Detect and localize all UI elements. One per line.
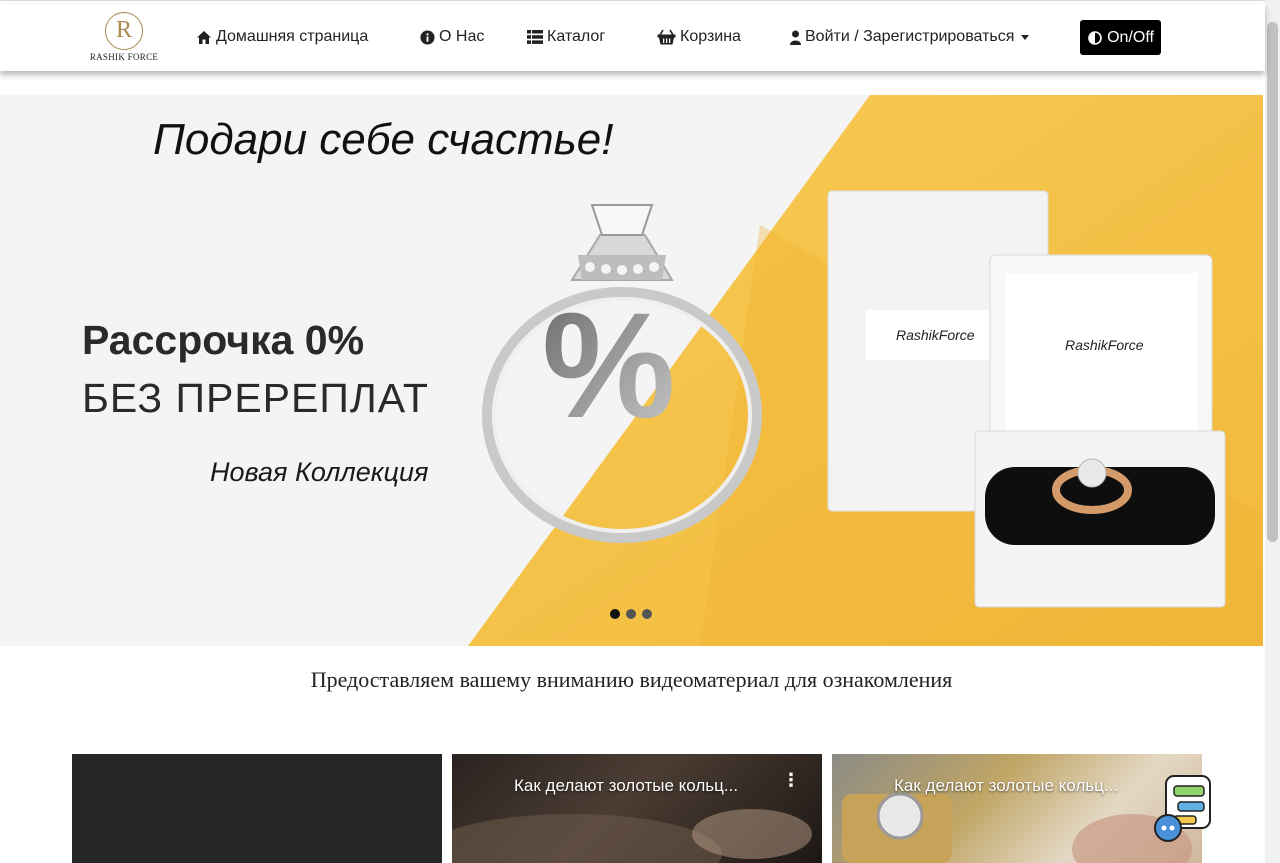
contrast-toggle-label: On/Off (1107, 28, 1154, 46)
adjust-half-circle-icon (1087, 30, 1103, 46)
contrast-toggle-button[interactable]: On/Off (1080, 20, 1161, 55)
info-circle-icon (419, 29, 435, 45)
navbar: R RASHIK FORCE Домашняя страница О Нас К… (0, 4, 1265, 71)
shopping-basket-icon (657, 29, 676, 45)
chat-widget-button[interactable] (1152, 772, 1216, 846)
video-player-1[interactable] (72, 754, 442, 863)
nav-about-label: О Нас (439, 28, 485, 45)
logo-monogram: R (105, 12, 143, 50)
nav-cart[interactable]: Корзина (657, 26, 741, 48)
nav-home[interactable]: Домашняя страница (196, 26, 368, 48)
nav-cart-label: Корзина (680, 28, 741, 45)
hero-title: Подари себе счастье! (153, 115, 614, 164)
hero-no-overpay-text: БЕЗ ПРЕРЕПЛАТ (82, 375, 429, 421)
box-label-front: RashikForce (1065, 337, 1144, 353)
carousel-indicators (610, 609, 652, 619)
more-vert-icon[interactable]: ⋮ (782, 771, 800, 789)
box-label-back: RashikForce (896, 327, 975, 343)
percent-graphic: % (542, 281, 675, 449)
hero-carousel[interactable]: % Подари себе счастье! Рассрочка 0% БЕЗ … (0, 95, 1263, 646)
carousel-dot-2[interactable] (626, 609, 636, 619)
chat-bubbles-icon (1154, 775, 1211, 842)
video-thumbnail (842, 792, 1192, 863)
nav-login-label: Войти / Зарегистрироваться (805, 28, 1015, 45)
video-player-2[interactable]: Как делают золотые кольц... ⋮ (452, 754, 822, 863)
home-icon (196, 29, 212, 45)
carousel-dot-3[interactable] (642, 609, 652, 619)
hero-installment-heading: Рассрочка 0% (82, 317, 365, 363)
chevron-down-icon (1021, 34, 1030, 40)
nav-catalog-label: Каталог (547, 28, 606, 45)
nav-login-dropdown[interactable]: Войти / Зарегистрироваться (790, 26, 1030, 48)
hero-background: % (468, 95, 1263, 646)
hero-new-collection-text: Новая Коллекция (210, 457, 429, 487)
list-icon (527, 29, 543, 45)
scrollbar-thumb[interactable] (1267, 22, 1278, 542)
video-player-3[interactable]: Как делают золотые кольц... (832, 754, 1202, 863)
nav-home-label: Домашняя страница (216, 28, 369, 45)
carousel-dot-1[interactable] (610, 609, 620, 619)
logo-text: RASHIK FORCE (89, 52, 159, 62)
nav-catalog[interactable]: Каталог (527, 26, 605, 48)
video-section-heading: Предоставляем вашему вниманию видеоматер… (310, 667, 953, 692)
nav-about[interactable]: О Нас (419, 26, 484, 48)
video-title: Как делают золотые кольц... (514, 776, 739, 795)
video-thumbnail (452, 809, 812, 863)
video-title: Как делают золотые кольц... (894, 776, 1119, 795)
user-icon (790, 29, 801, 45)
brand-logo[interactable]: R RASHIK FORCE (87, 12, 161, 64)
